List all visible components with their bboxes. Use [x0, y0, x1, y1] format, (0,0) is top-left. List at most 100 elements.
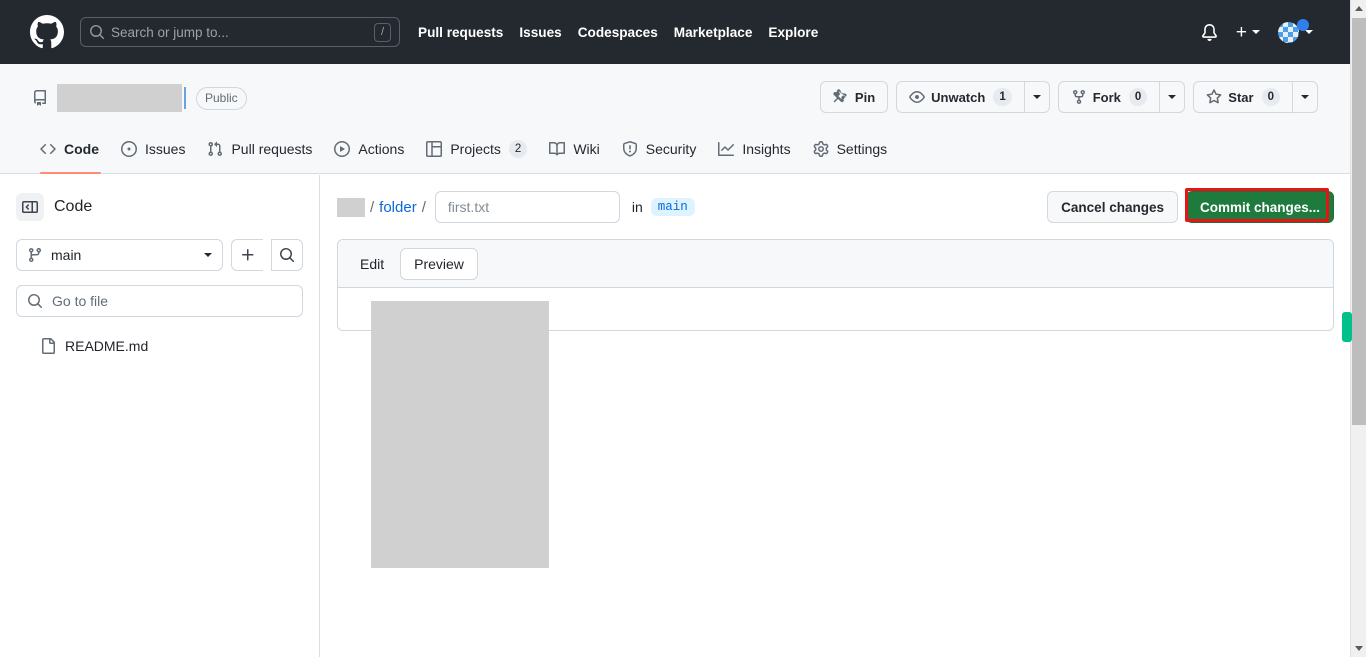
file-tree-sidebar: Code main Go to file README.md [0, 175, 320, 657]
watch-button-group: Unwatch 1 [896, 81, 1050, 113]
book-icon [549, 141, 566, 157]
table-icon [426, 141, 443, 157]
nav-codespaces[interactable]: Codespaces [578, 25, 658, 40]
profile-menu-button[interactable] [1269, 18, 1322, 43]
tab-settings[interactable]: Settings [805, 133, 898, 165]
fork-button[interactable]: Fork 0 [1057, 81, 1160, 113]
search-files-button[interactable] [271, 239, 303, 271]
scrollbar-thumb[interactable] [1352, 18, 1366, 425]
repo-icon [32, 90, 48, 106]
notifications-button[interactable] [1192, 23, 1227, 41]
plus-icon: + [1235, 21, 1247, 43]
tab-issues[interactable]: Issues [113, 133, 195, 165]
tab-security[interactable]: Security [614, 133, 707, 165]
pin-button[interactable]: Pin [819, 81, 889, 113]
branch-row: main [16, 239, 303, 271]
github-mark-icon[interactable] [30, 15, 64, 49]
repo-name-cursor [184, 87, 186, 109]
breadcrumb-repo-redacted[interactable] [337, 197, 365, 217]
tab-settings-label: Settings [836, 141, 888, 157]
shield-icon [622, 141, 638, 157]
avatar [1278, 18, 1309, 43]
star-label: Star [1228, 89, 1254, 105]
breadcrumb-folder[interactable]: folder [379, 199, 417, 216]
fork-button-group: Fork 0 [1057, 81, 1186, 113]
in-label: in [631, 199, 643, 215]
header-right-actions: + [1192, 18, 1334, 43]
repo-actions: Pin Unwatch 1 Fork 0 Star 0 [819, 81, 1318, 113]
list-item[interactable]: README.md [16, 333, 303, 359]
filename-input[interactable]: first.txt [434, 191, 620, 223]
sidebar-collapse-icon[interactable] [16, 193, 44, 221]
search-placeholder-text: Search or jump to... [111, 24, 229, 40]
watch-dropdown-button[interactable] [1023, 81, 1050, 113]
cancel-changes-button[interactable]: Cancel changes [1047, 191, 1178, 223]
chevron-down-icon [1252, 30, 1260, 34]
tab-security-label: Security [645, 141, 697, 157]
nav-issues[interactable]: Issues [519, 25, 561, 40]
nav-marketplace[interactable]: Marketplace [674, 25, 753, 40]
tab-projects-count: 2 [508, 140, 528, 158]
scroll-position-marker [1342, 312, 1352, 342]
commit-changes-wrapper: Commit changes... [1184, 188, 1334, 223]
star-dropdown-button[interactable] [1292, 81, 1318, 113]
chevron-down-icon [204, 253, 212, 257]
create-new-button[interactable]: + [1227, 23, 1269, 42]
repo-header: Public Pin Unwatch 1 Fork 0 Star 0 Code … [0, 64, 1350, 174]
global-header: Search or jump to... / Pull requests Iss… [0, 0, 1350, 64]
nav-pull-requests[interactable]: Pull requests [418, 25, 503, 40]
file-name: README.md [65, 338, 149, 354]
branch-selector[interactable]: main [16, 239, 223, 271]
tab-wiki-label: Wiki [573, 141, 600, 157]
filename-placeholder: first.txt [447, 199, 490, 215]
nav-explore[interactable]: Explore [768, 25, 818, 40]
tab-insights-label: Insights [742, 141, 791, 157]
graph-icon [718, 141, 735, 157]
fork-label: Fork [1092, 89, 1121, 105]
star-button-group: Star 0 [1193, 81, 1318, 113]
fork-count: 0 [1128, 88, 1148, 106]
triangle-up-icon[interactable] [1351, 0, 1366, 17]
issue-opened-icon [121, 141, 137, 157]
tab-edit[interactable]: Edit [346, 248, 398, 280]
breadcrumb-separator: / [421, 198, 426, 216]
commit-changes-button[interactable]: Commit changes... [1185, 191, 1334, 223]
sidebar-header: Code [16, 191, 303, 223]
code-icon [40, 141, 56, 157]
status-dot-icon [1297, 18, 1309, 31]
tab-preview[interactable]: Preview [400, 247, 478, 280]
tab-pull-requests[interactable]: Pull requests [199, 133, 322, 165]
search-icon [27, 293, 43, 309]
tab-projects[interactable]: Projects 2 [418, 133, 537, 165]
chevron-down-icon [1305, 30, 1313, 34]
git-pull-request-icon [207, 141, 223, 157]
visibility-badge: Public [196, 86, 247, 110]
watch-count: 1 [993, 88, 1012, 106]
unwatch-button[interactable]: Unwatch 1 [896, 81, 1024, 113]
tab-issues-label: Issues [145, 141, 186, 157]
content-redacted-block [371, 301, 549, 568]
editor-tab-bar: Edit Preview [338, 240, 1333, 288]
play-icon [334, 141, 351, 157]
chevron-down-icon [1301, 95, 1309, 99]
bell-icon [1201, 23, 1218, 41]
tab-code[interactable]: Code [32, 133, 109, 174]
star-count: 0 [1261, 88, 1280, 106]
global-nav: Pull requests Issues Codespaces Marketpl… [418, 25, 818, 40]
add-file-button[interactable] [231, 239, 263, 271]
triangle-down-icon[interactable] [1351, 640, 1366, 657]
star-button[interactable]: Star 0 [1193, 81, 1292, 113]
editor-action-buttons: Cancel changes Commit changes... [1047, 188, 1334, 223]
breadcrumb-branch-badge: main [650, 198, 695, 216]
git-branch-icon [27, 247, 43, 263]
tab-wiki[interactable]: Wiki [541, 133, 609, 165]
fork-dropdown-button[interactable] [1159, 81, 1186, 113]
page-scrollbar[interactable] [1350, 0, 1366, 657]
tab-actions[interactable]: Actions [326, 133, 414, 165]
search-input[interactable]: Search or jump to... / [80, 17, 400, 47]
github-file-editor-page: Search or jump to... / Pull requests Iss… [0, 0, 1366, 657]
go-to-file-input[interactable]: Go to file [16, 285, 303, 317]
tab-insights[interactable]: Insights [710, 133, 800, 165]
breadcrumb-separator: / [370, 198, 375, 216]
gear-icon [813, 141, 829, 157]
